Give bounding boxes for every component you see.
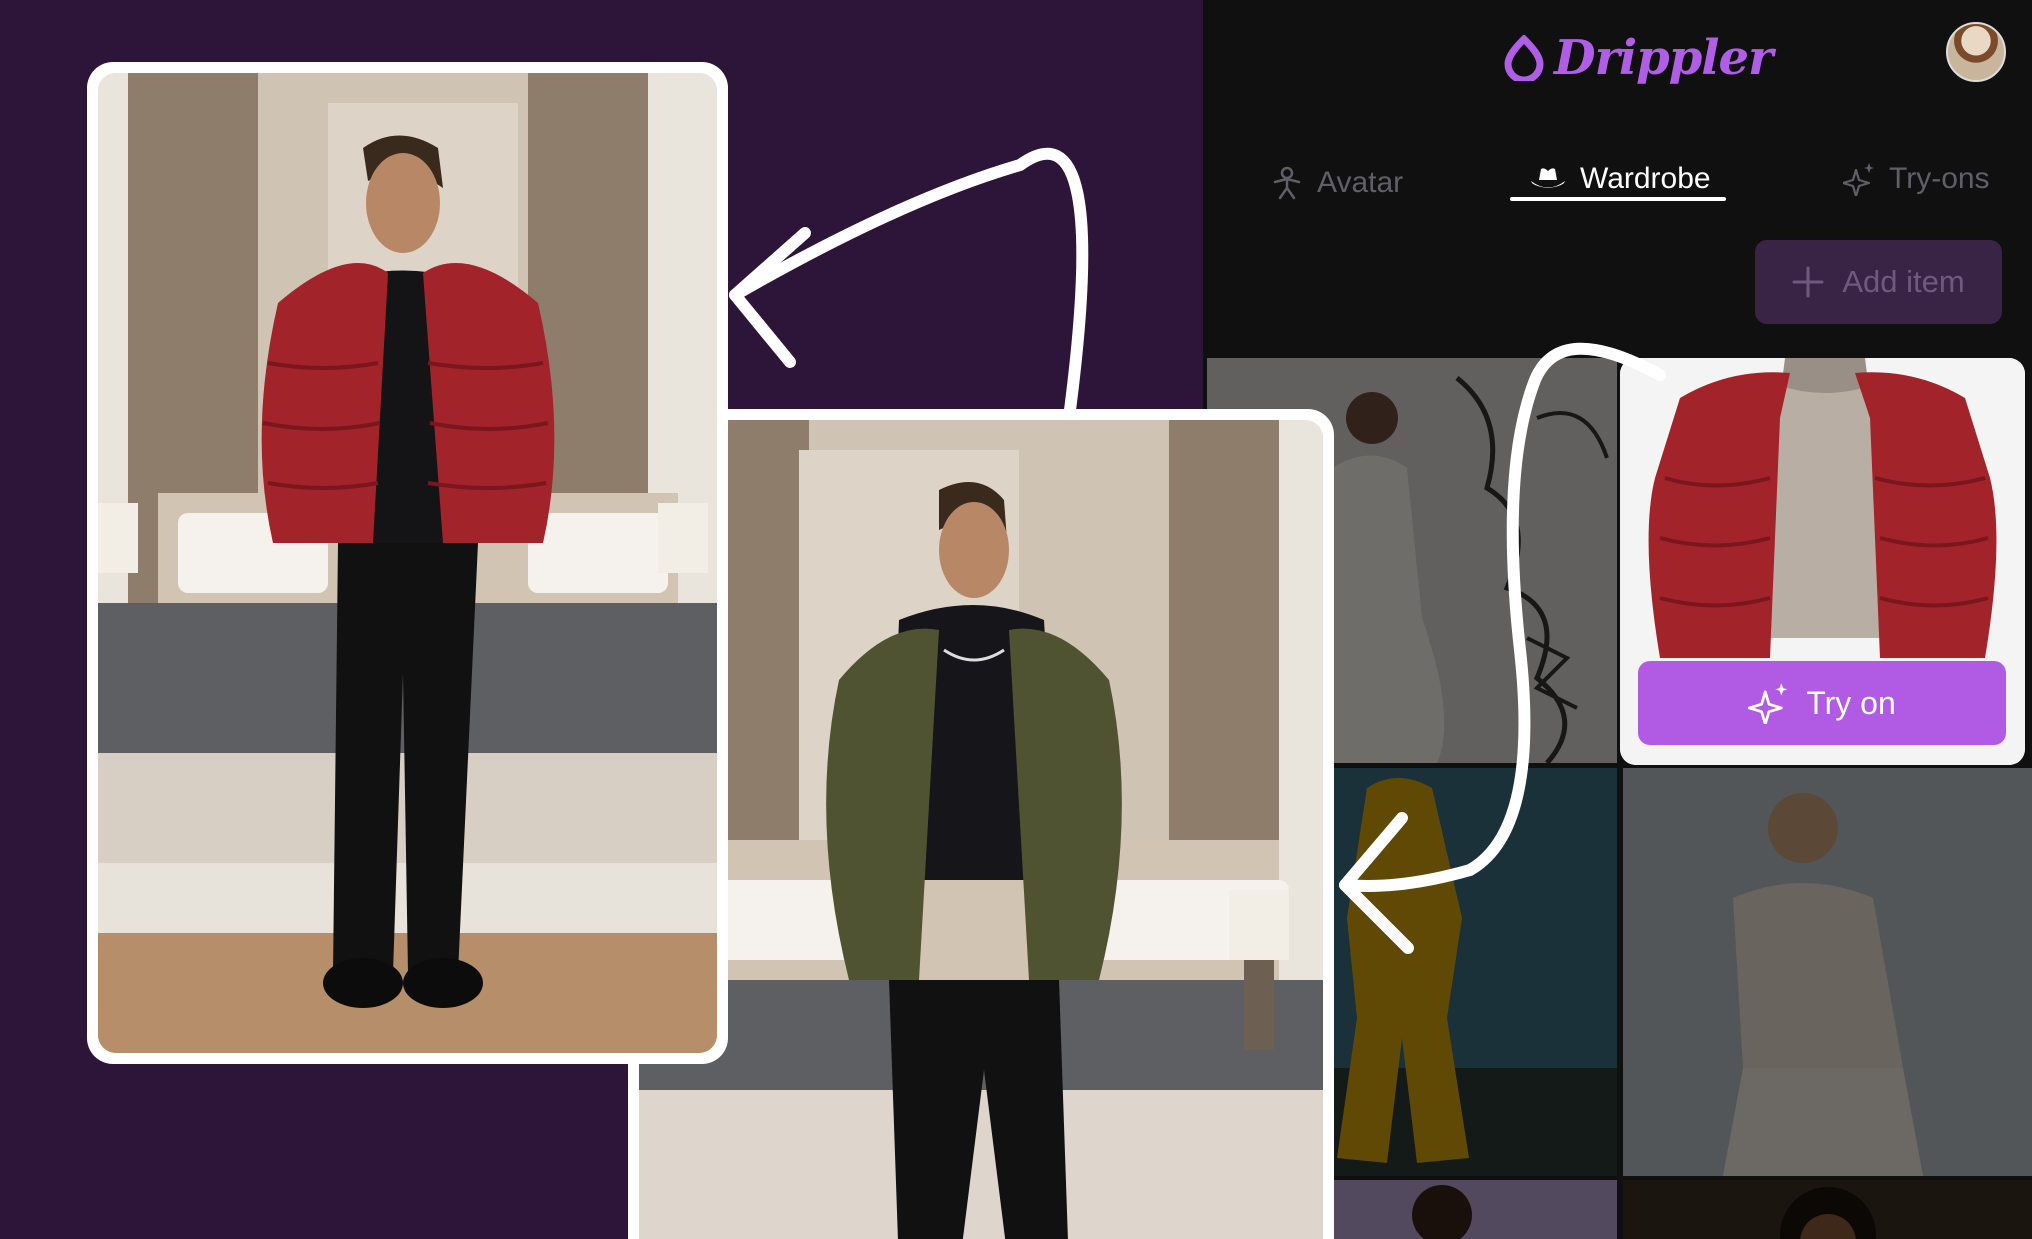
flow-arrows <box>729 147 1666 954</box>
